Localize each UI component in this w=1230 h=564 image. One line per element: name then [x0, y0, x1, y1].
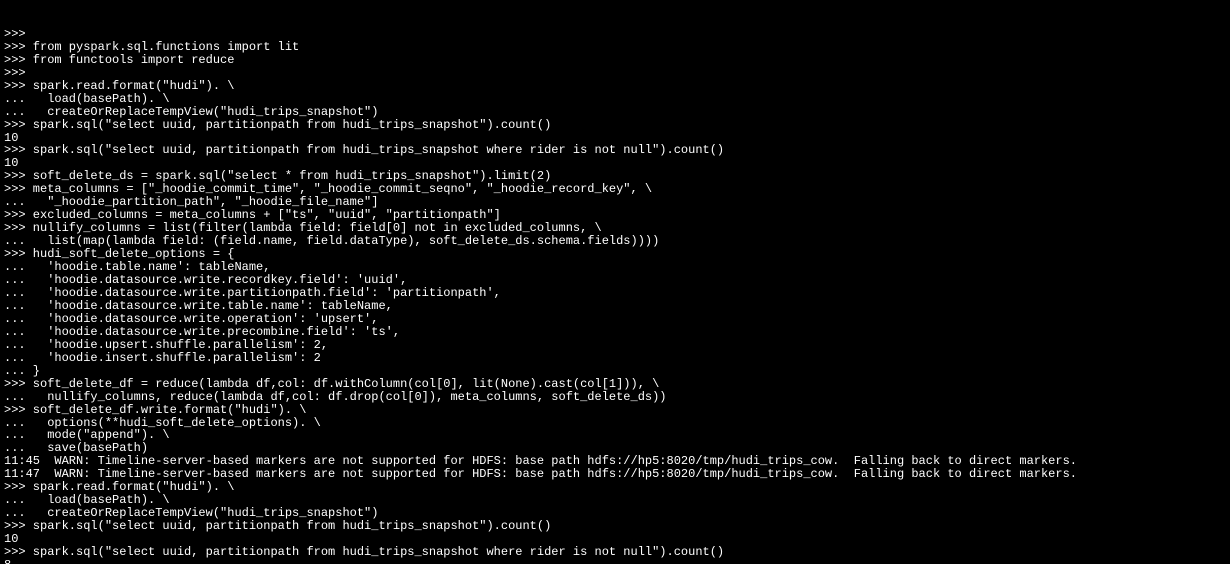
- terminal-line: ... }: [4, 365, 1226, 378]
- terminal-line: >>> from pyspark.sql.functions import li…: [4, 41, 1226, 54]
- terminal-line: >>> spark.sql("select uuid, partitionpat…: [4, 546, 1226, 559]
- terminal-line: ... 'hoodie.datasource.write.operation':…: [4, 313, 1226, 326]
- terminal-line: ... 'hoodie.datasource.write.partitionpa…: [4, 287, 1226, 300]
- terminal-line: ... createOrReplaceTempView("hudi_trips_…: [4, 106, 1226, 119]
- terminal-line: >>> from functools import reduce: [4, 54, 1226, 67]
- terminal-line: >>> soft_delete_df = reduce(lambda df,co…: [4, 378, 1226, 391]
- terminal-output[interactable]: >>>>>> from pyspark.sql.functions import…: [0, 0, 1230, 564]
- terminal-line: >>> spark.read.format("hudi"). \: [4, 481, 1226, 494]
- terminal-line: >>> spark.sql("select uuid, partitionpat…: [4, 144, 1226, 157]
- terminal-line: >>>: [4, 67, 1226, 80]
- terminal-line: ... 'hoodie.upsert.shuffle.parallelism':…: [4, 339, 1226, 352]
- terminal-line: >>> spark.sql("select uuid, partitionpat…: [4, 119, 1226, 132]
- terminal-line: ... 'hoodie.datasource.write.precombine.…: [4, 326, 1226, 339]
- terminal-line: >>> spark.sql("select uuid, partitionpat…: [4, 520, 1226, 533]
- terminal-line: ... nullify_columns, reduce(lambda df,co…: [4, 391, 1226, 404]
- terminal-line: >>>: [4, 28, 1226, 41]
- terminal-line: ... 'hoodie.insert.shuffle.parallelism':…: [4, 352, 1226, 365]
- terminal-line: ... 'hoodie.datasource.write.table.name'…: [4, 300, 1226, 313]
- terminal-line: ... load(basePath). \: [4, 93, 1226, 106]
- terminal-line: ... mode("append"). \: [4, 429, 1226, 442]
- terminal-line: 8: [4, 559, 1226, 564]
- terminal-line: >>> spark.read.format("hudi"). \: [4, 80, 1226, 93]
- terminal-line: ... options(**hudi_soft_delete_options).…: [4, 417, 1226, 430]
- terminal-line: >>> soft_delete_df.write.format("hudi").…: [4, 404, 1226, 417]
